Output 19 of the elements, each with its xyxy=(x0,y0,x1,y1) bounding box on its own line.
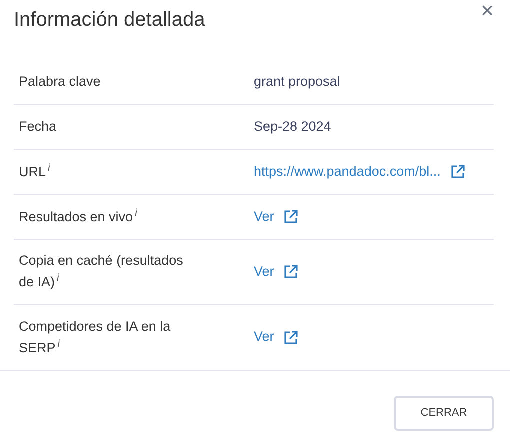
field-label: Competidores de IA en la SERP$^{i}$ xyxy=(19,318,172,358)
field-label: Fecha xyxy=(19,118,57,136)
link[interactable]: Ver xyxy=(254,262,274,282)
field-label: Resultados en vivo$^{i}$ xyxy=(19,207,138,227)
link[interactable]: Ver xyxy=(254,206,274,228)
link[interactable]: Ver xyxy=(254,327,274,348)
link[interactable]: https://www.pandadoc.com/bl... xyxy=(254,162,441,182)
close-button[interactable]: × xyxy=(477,0,498,22)
external-link-icon[interactable] xyxy=(284,210,298,224)
dialog-title: Información detallada xyxy=(14,8,206,32)
external-link-icon[interactable] xyxy=(284,265,298,279)
field-value: Sep-28 2024 xyxy=(254,118,332,136)
field-label: Copia en caché (resultados de IA)$^{i}$ xyxy=(19,252,184,292)
external-link-icon[interactable] xyxy=(450,165,465,179)
field-label: URL$^{i}$ xyxy=(19,162,50,182)
close-dialog-button[interactable]: CERRAR xyxy=(394,396,494,431)
field-value: grant proposal xyxy=(254,72,340,91)
field-label: Palabra clave xyxy=(19,72,101,91)
external-link-icon[interactable] xyxy=(284,330,298,344)
